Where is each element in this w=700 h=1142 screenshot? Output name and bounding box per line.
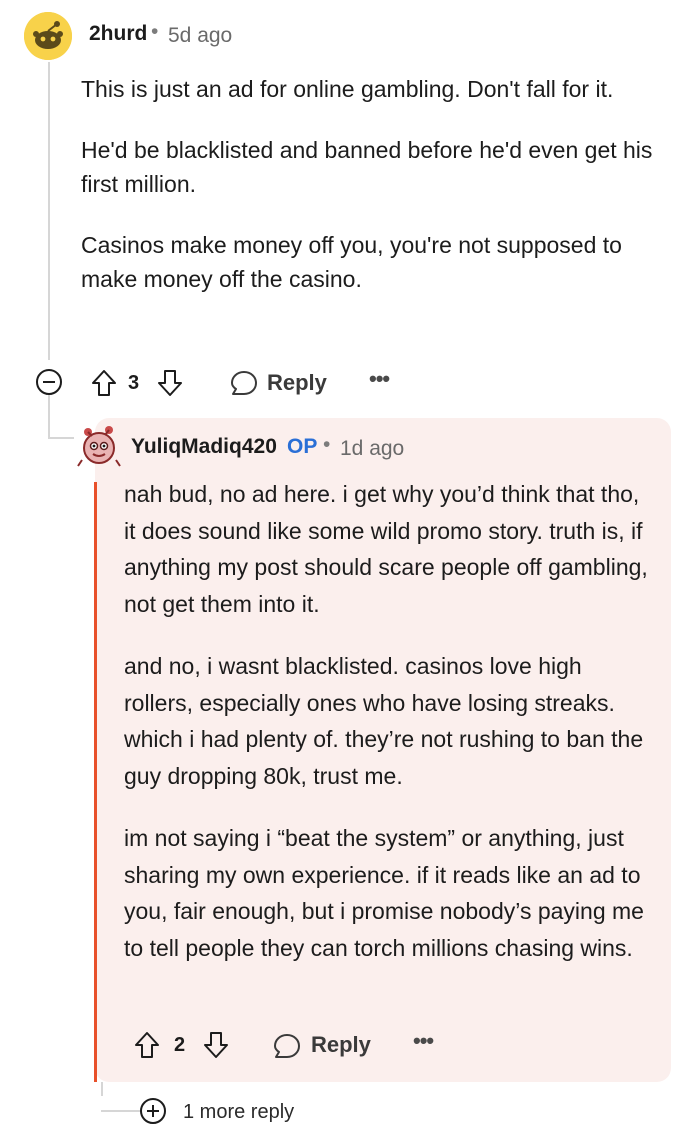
thread-line-branch (48, 395, 50, 439)
expand-replies-icon[interactable] (140, 1098, 166, 1124)
upvote-arrow-icon (92, 370, 116, 396)
upvote-button[interactable] (91, 369, 117, 402)
more-options-button[interactable]: ••• (413, 1028, 434, 1054)
username[interactable]: 2hurd (89, 22, 147, 46)
separator-dot: • (151, 20, 159, 43)
comment-paragraph: He'd be blacklisted and banned before he… (81, 137, 653, 197)
vote-score: 3 (128, 372, 140, 394)
timestamp[interactable]: 5d ago (168, 24, 232, 48)
vote-score: 2 (174, 1034, 186, 1056)
downvote-button[interactable] (157, 369, 183, 402)
reply-button[interactable] (272, 1032, 302, 1065)
downvote-arrow-icon (158, 370, 182, 396)
collapse-thread-button[interactable] (36, 369, 62, 395)
avatar[interactable] (24, 12, 72, 60)
reply-label[interactable]: Reply (311, 1032, 371, 1058)
op-badge: OP (287, 435, 318, 458)
op-highlight-bar (94, 482, 97, 1082)
reply-label[interactable]: Reply (267, 370, 327, 396)
speech-bubble-icon (274, 1034, 300, 1058)
downvote-button[interactable] (203, 1031, 229, 1064)
comment-paragraph: nah bud, no ad here. i get why you’d thi… (124, 481, 648, 617)
more-replies-link[interactable]: 1 more reply (183, 1101, 294, 1124)
snoo-avatar-icon (24, 12, 72, 60)
comment-paragraph: This is just an ad for online gambling. … (81, 76, 614, 102)
custom-avatar-icon (77, 426, 121, 467)
thread-line-more (101, 1110, 141, 1112)
comment-paragraph: im not saying i “beat the system” or any… (124, 825, 644, 961)
comment-body: nah bud, no ad here. i get why you’d thi… (124, 476, 654, 992)
upvote-button[interactable] (134, 1031, 160, 1064)
comment-paragraph: and no, i wasnt blacklisted. casinos lov… (124, 653, 644, 789)
username[interactable]: YuliqMadiq420 (131, 435, 277, 459)
speech-bubble-icon (231, 371, 257, 395)
minus-icon (43, 381, 55, 383)
thread-line-curve (48, 437, 74, 439)
reply-button[interactable] (229, 369, 259, 402)
avatar[interactable] (74, 420, 124, 470)
timestamp[interactable]: 1d ago (340, 437, 404, 461)
thread-line-main (48, 62, 50, 360)
more-options-button[interactable]: ••• (369, 366, 390, 392)
comment-paragraph: Casinos make money off you, you're not s… (81, 232, 622, 292)
downvote-arrow-icon (204, 1032, 228, 1058)
thread-line-reply (101, 1082, 103, 1096)
upvote-arrow-icon (135, 1032, 159, 1058)
comment-body: This is just an ad for online gambling. … (81, 72, 671, 323)
separator-dot: • (323, 433, 331, 456)
